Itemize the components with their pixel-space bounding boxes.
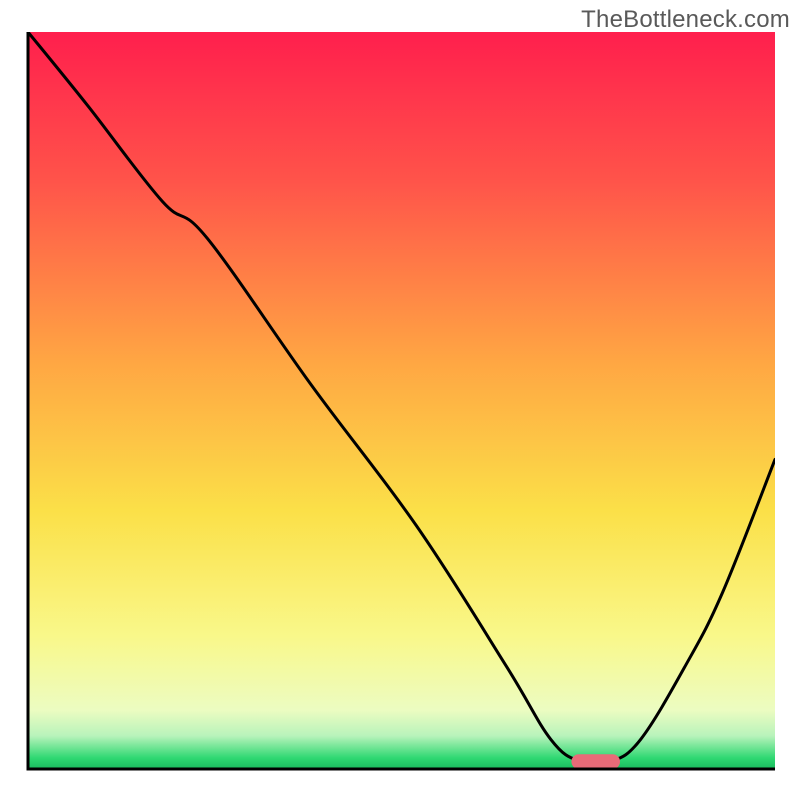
bottleneck-chart (25, 32, 775, 772)
chart-area (25, 32, 775, 772)
optimal-zone (571, 754, 620, 769)
chart-container: TheBottleneck.com (0, 0, 800, 800)
watermark-label: TheBottleneck.com (581, 6, 790, 34)
gradient-background (28, 32, 775, 769)
